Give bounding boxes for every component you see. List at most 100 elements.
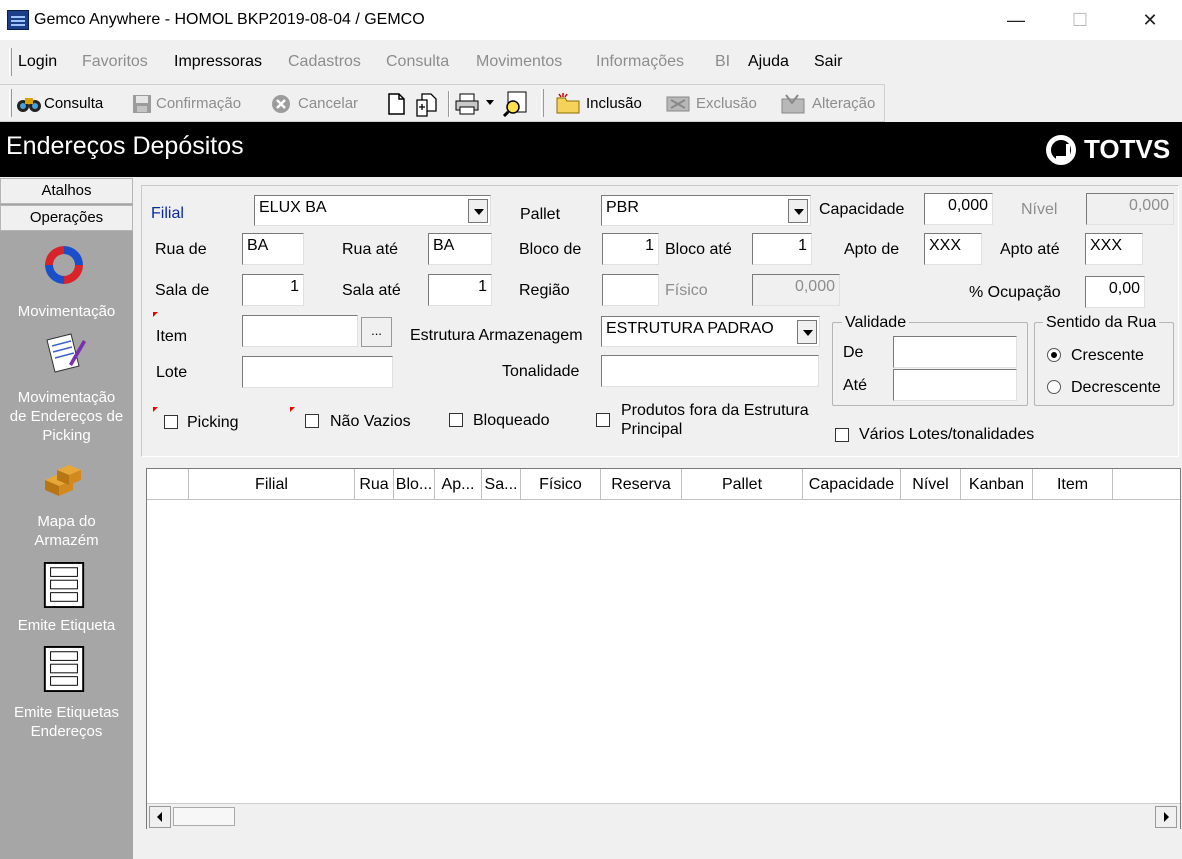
grid-header-kanban[interactable]: Kanban [961,469,1033,500]
capacidade-input[interactable]: 0,000 [924,193,993,225]
minimize-button[interactable]: — [993,0,1039,40]
apto-ate-input[interactable]: XXX [1085,233,1143,265]
lote-label: Lote [156,364,188,381]
varios-lotes-label: Vários Lotes/tonalidades [859,426,1035,443]
bloco-ate-input[interactable]: 1 [752,233,812,265]
sidebar-item-mapa-armazem[interactable]: Mapa do Armazém [0,454,133,554]
totvs-logo-text: TOTVS [1084,134,1171,164]
cancelar-button[interactable]: Cancelar [270,89,366,119]
apto-de-input[interactable]: XXX [924,233,982,265]
printer-icon[interactable] [455,93,481,115]
menu-favoritos[interactable]: Favoritos [82,53,148,71]
menu-consulta[interactable]: Consulta [386,53,449,71]
tonalidade-input[interactable] [601,355,819,387]
chevron-down-icon[interactable] [485,99,495,107]
boxes-icon [45,465,81,496]
grid-header-rua[interactable]: Rua [355,469,394,500]
sidebar-item-movimentacao[interactable]: Movimentação [0,242,133,324]
pallet-select[interactable]: PBR [601,195,811,226]
consulta-button[interactable]: Consulta [16,89,112,119]
results-grid[interactable]: Filial Rua Blo... Ap... Sa... Físico Res… [146,468,1181,829]
grid-header-selector[interactable] [147,469,189,500]
new-document-icon[interactable] [386,93,406,115]
sala-de-input[interactable]: 1 [242,274,304,306]
grid-header-fisico[interactable]: Físico [521,469,601,500]
pallet-value: PBR [606,199,639,216]
validade-de-input[interactable] [893,336,1017,368]
menu-informacoes[interactable]: Informações [596,53,684,71]
menu-cadastros[interactable]: Cadastros [288,53,361,71]
grid-header-sala[interactable]: Sa... [482,469,521,500]
item-input[interactable] [242,315,358,347]
crescente-radio[interactable] [1047,348,1061,362]
sidebar-item-label: Emite Etiquetas [13,704,120,721]
grid-header-nivel[interactable]: Nível [901,469,961,500]
menu-bi[interactable]: BI [715,53,730,71]
exclusao-button[interactable]: Exclusão [665,89,765,119]
toolbar-grip-2 [541,89,544,117]
produtos-fora-checkbox[interactable] [596,413,610,427]
scroll-right-button[interactable] [1155,806,1177,828]
maximize-button[interactable]: ☐ [1057,0,1103,40]
grid-header-pallet[interactable]: Pallet [682,469,803,500]
chevron-down-icon[interactable] [788,199,808,223]
grid-header-bloco[interactable]: Blo... [394,469,435,500]
scroll-left-button[interactable] [149,806,171,828]
grid-header-item[interactable]: Item [1033,469,1113,500]
confirmacao-button[interactable]: Confirmação [130,89,252,119]
sidebar-item-emite-etiquetas-enderecos[interactable]: Emite Etiquetas Endereços [0,646,133,742]
apto-ate-label: Apto até [1000,241,1060,258]
inclusao-button[interactable]: Inclusão [555,89,651,119]
help-search-icon[interactable] [502,91,528,117]
rua-ate-input[interactable]: BA [428,233,492,265]
tab-atalhos[interactable]: Atalhos [0,178,133,204]
fisico-input[interactable]: 0,000 [752,274,840,306]
alteracao-button[interactable]: Alteração [780,89,884,119]
item-lookup-button[interactable]: ... [361,317,392,347]
close-button[interactable]: ✕ [1127,0,1173,40]
decrescente-radio[interactable] [1047,380,1061,394]
varios-lotes-checkbox[interactable] [835,428,849,442]
scroll-thumb[interactable] [173,807,235,826]
sala-de-label: Sala de [155,282,210,299]
menu-ajuda[interactable]: Ajuda [748,53,789,71]
menu-bar: Login Favoritos Impressoras Cadastros Co… [0,45,1182,82]
grid-header-reserva[interactable]: Reserva [601,469,682,500]
menu-movimentos[interactable]: Movimentos [476,53,562,71]
chevron-down-icon[interactable] [468,199,488,223]
menu-login[interactable]: Login [18,53,57,71]
grid-header-capacidade[interactable]: Capacidade [803,469,901,500]
estrutura-label: Estrutura Armazenagem [410,327,583,344]
tab-operacoes[interactable]: Operações [0,205,133,231]
rua-de-input[interactable]: BA [242,233,304,265]
sidebar-item-emite-etiqueta[interactable]: Emite Etiqueta [0,562,133,638]
menu-sair[interactable]: Sair [814,53,842,71]
validade-ate-input[interactable] [893,369,1017,401]
nivel-input[interactable]: 0,000 [1086,193,1174,225]
estrutura-select[interactable]: ESTRUTURA PADRAO [601,316,820,347]
sidebar-item-label: Emite Etiqueta [17,617,116,634]
picking-checkbox[interactable] [164,415,178,429]
capacidade-label: Capacidade [819,201,905,218]
lote-input[interactable] [242,356,393,388]
sidebar-item-label: Movimentação [17,389,116,406]
consulta-label: Consulta [44,95,104,112]
menu-impressoras[interactable]: Impressoras [174,53,262,71]
filial-select[interactable]: ELUX BA [254,195,491,226]
ocupacao-input[interactable]: 0,00 [1085,276,1145,308]
produtos-fora-label-2: Principal [621,421,683,438]
chevron-down-icon[interactable] [797,320,817,344]
sidebar-item-movimentacao-picking[interactable]: Movimentação de Endereços de Picking [0,330,133,448]
filial-label: Filial [151,205,184,222]
nao-vazios-checkbox[interactable] [305,414,319,428]
bloqueado-checkbox[interactable] [449,413,463,427]
bloco-de-input[interactable]: 1 [602,233,659,265]
arrow-left-icon [157,812,162,822]
grid-header-apto[interactable]: Ap... [435,469,482,500]
horizontal-scrollbar[interactable] [147,803,1180,829]
rua-ate-label: Rua até [342,241,399,258]
grid-header-filial[interactable]: Filial [189,469,355,500]
copy-document-icon[interactable] [415,93,439,117]
regiao-input[interactable] [602,274,659,306]
sala-ate-input[interactable]: 1 [428,274,492,306]
